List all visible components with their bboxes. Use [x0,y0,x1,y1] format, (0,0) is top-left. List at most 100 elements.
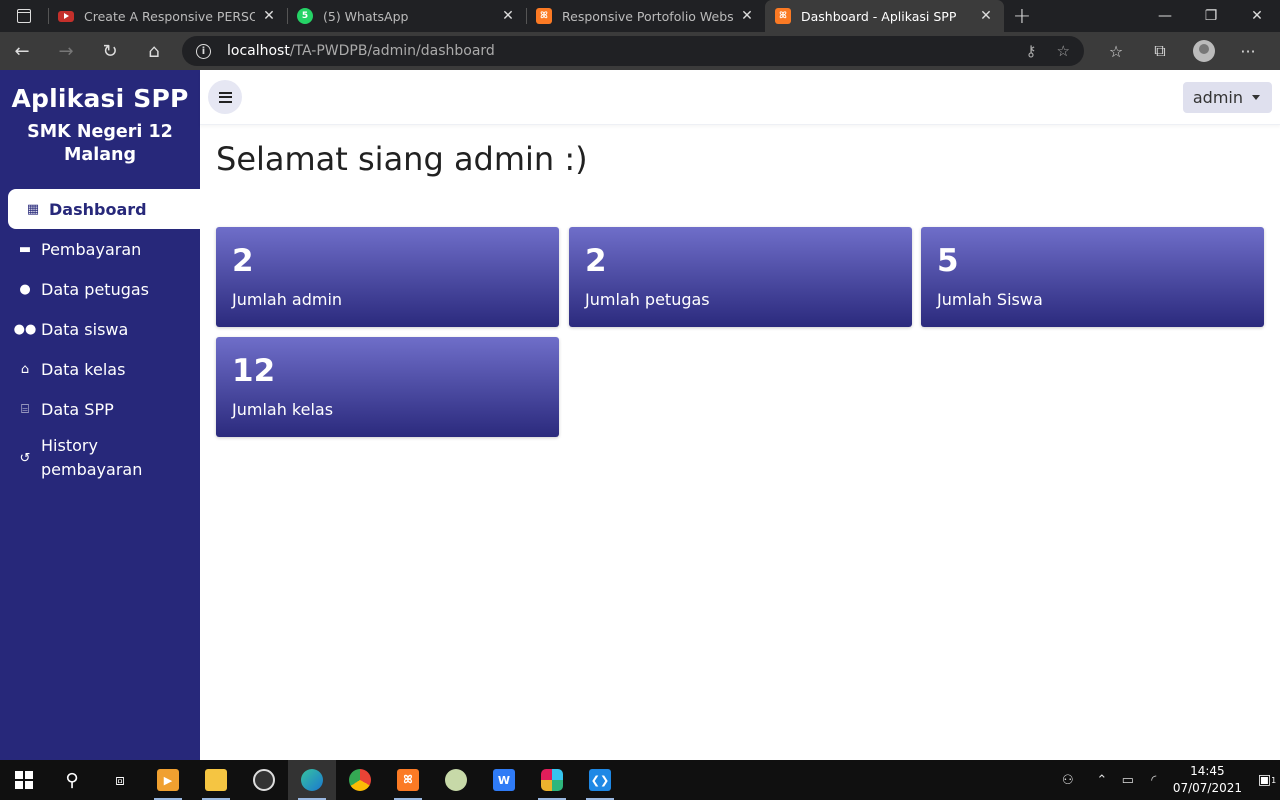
notification-count: 1 [1271,775,1277,785]
start-button[interactable] [0,760,48,800]
clock-time: 14:45 [1190,764,1225,778]
task-view-button[interactable]: ⧈ [96,760,144,800]
xampp-icon: ꕤ [536,8,552,24]
sidebar-item-history-pembayaran[interactable]: ↺ History pembayaran [0,429,200,487]
tab-actions-button[interactable] [0,0,48,32]
sidebar-item-data-kelas[interactable]: ⌂ Data kelas [0,349,200,389]
school-name: SMK Negeri 12 Malang [27,122,173,165]
avatar [1193,40,1215,62]
hamburger-icon [218,91,232,103]
stat-card-petugas: 2 Jumlah petugas [569,227,912,327]
sidebar-item-pembayaran[interactable]: ▬ Pembayaran [0,229,200,269]
close-icon[interactable]: ✕ [739,8,755,24]
stat-label: Jumlah Siswa [937,290,1043,309]
close-icon[interactable]: ✕ [978,8,994,24]
stat-value: 2 [585,243,607,279]
profile-button[interactable] [1182,32,1226,70]
sidebar-toggle-button[interactable] [208,80,242,114]
edge-icon [301,769,323,791]
bank-icon: ⌸ [21,401,29,417]
collections-icon[interactable]: ⧉ [1138,32,1182,70]
sidebar-item-label: Data SPP [41,399,114,419]
close-icon[interactable]: ✕ [261,8,277,24]
browser-tab-active[interactable]: ꕤ Dashboard - Aplikasi SPP ✕ [765,0,1004,32]
xampp-icon: ꕤ [397,769,419,791]
wifi-icon[interactable]: ◜ [1141,773,1167,788]
taskbar-app-explorer[interactable] [192,760,240,800]
window-controls: — ❐ ✕ [1142,0,1280,32]
browser-tab[interactable]: 5 (5) WhatsApp ✕ [287,0,526,32]
browser-tab[interactable]: ꕤ Responsive Portofolio Website ✕ [526,0,765,32]
search-icon: ⚲ [65,769,79,791]
restore-button[interactable]: ❐ [1188,0,1234,32]
task-view-icon: ⧈ [115,771,125,789]
notification-icon[interactable]: ▣ 1 [1254,772,1280,788]
stat-value: 12 [232,353,276,389]
info-icon[interactable]: i [196,43,211,59]
sidebar-item-label: Data kelas [41,359,126,379]
obs-icon [253,769,275,791]
sidebar-menu: ▦ Dashboard ▬ Pembayaran ● Data petugas … [0,189,200,487]
add-favorite-icon[interactable]: ☆ [1057,42,1070,60]
main-content: Selamat siang admin :) 2 Jumlah admin 2 … [200,126,1280,760]
windows-logo-icon [15,771,33,789]
taskbar-app-obs[interactable] [240,760,288,800]
favorites-icon[interactable]: ☆ [1094,32,1138,70]
sidebar-item-dashboard[interactable]: ▦ Dashboard [8,189,200,229]
browser-toolbar: ← → ↻ ⌂ i localhost/TA-PWDPB/admin/dashb… [0,32,1280,70]
back-button[interactable]: ← [0,32,44,70]
tab-title: (5) WhatsApp [323,8,409,24]
close-window-button[interactable]: ✕ [1234,0,1280,32]
tab-title: Responsive Portofolio Website [562,8,733,24]
school-icon: ⌂ [20,361,30,377]
user-dropdown[interactable]: admin [1182,82,1272,113]
paint-icon [445,769,467,791]
battery-icon[interactable]: ▭ [1115,773,1141,788]
clock[interactable]: 14:45 07/07/2021 [1173,763,1242,797]
close-icon[interactable]: ✕ [500,8,516,24]
taskbar-app-xampp[interactable]: ꕤ [384,760,432,800]
sidebar-item-data-spp[interactable]: ⌸ Data SPP [0,389,200,429]
youtube-icon [58,10,74,22]
url-host: localhost [227,43,290,59]
chevron-up-icon[interactable]: ⌃ [1089,773,1115,788]
wps-writer-icon: W [493,769,515,791]
taskbar-app-media[interactable]: ▶ [144,760,192,800]
taskbar-app-edge[interactable] [288,760,336,800]
minimize-button[interactable]: — [1142,0,1188,32]
browser-tab[interactable]: Create A Responsive PERSONAL ✕ [48,0,287,32]
browser-tab-bar: Create A Responsive PERSONAL ✕ 5 (5) Wha… [0,0,1280,32]
home-button[interactable]: ⌂ [132,32,176,70]
search-button[interactable]: ⚲ [48,760,96,800]
stat-value: 5 [937,243,959,279]
stat-card-kelas: 12 Jumlah kelas [216,337,559,437]
page-title: Selamat siang admin :) [216,140,588,178]
people-icon[interactable]: ⚇ [1055,773,1081,788]
forward-button[interactable]: → [44,32,88,70]
grid-icon: ▦ [26,201,40,217]
stat-label: Jumlah kelas [232,400,334,419]
vscode-icon: ❮❯ [589,769,611,791]
user-icon: ● [19,281,31,297]
users-icon: ●● [13,321,37,337]
stat-label: Jumlah petugas [585,290,710,309]
more-menu-icon[interactable]: ··· [1226,32,1270,70]
sidebar-item-data-petugas[interactable]: ● Data petugas [0,269,200,309]
sidebar-item-data-siswa[interactable]: ●● Data siswa [0,309,200,349]
taskbar-app-chrome[interactable] [336,760,384,800]
new-tab-button[interactable]: + [1004,0,1040,32]
tab-title: Dashboard - Aplikasi SPP [801,8,957,24]
taskbar-app-paint[interactable] [432,760,480,800]
refresh-button[interactable]: ↻ [88,32,132,70]
tab-title: Create A Responsive PERSONAL [84,8,255,24]
key-icon[interactable]: ⚷ [1026,42,1037,60]
xampp-icon: ꕤ [775,8,791,24]
taskbar-app-slack[interactable] [528,760,576,800]
top-navbar: admin [200,70,1280,125]
caret-down-icon [1252,95,1260,100]
taskbar-app-vscode[interactable]: ❮❯ [576,760,624,800]
windows-taskbar: ⚲ ⧈ ▶ ꕤ W ❮❯ ⚇ ⌃ ▭ ◜ 14:45 07/07/2021 ▣ 1 [0,760,1280,800]
address-bar[interactable]: i localhost/TA-PWDPB/admin/dashboard ⚷ ☆ [182,36,1084,66]
user-name: admin [1192,88,1243,107]
taskbar-app-wps[interactable]: W [480,760,528,800]
